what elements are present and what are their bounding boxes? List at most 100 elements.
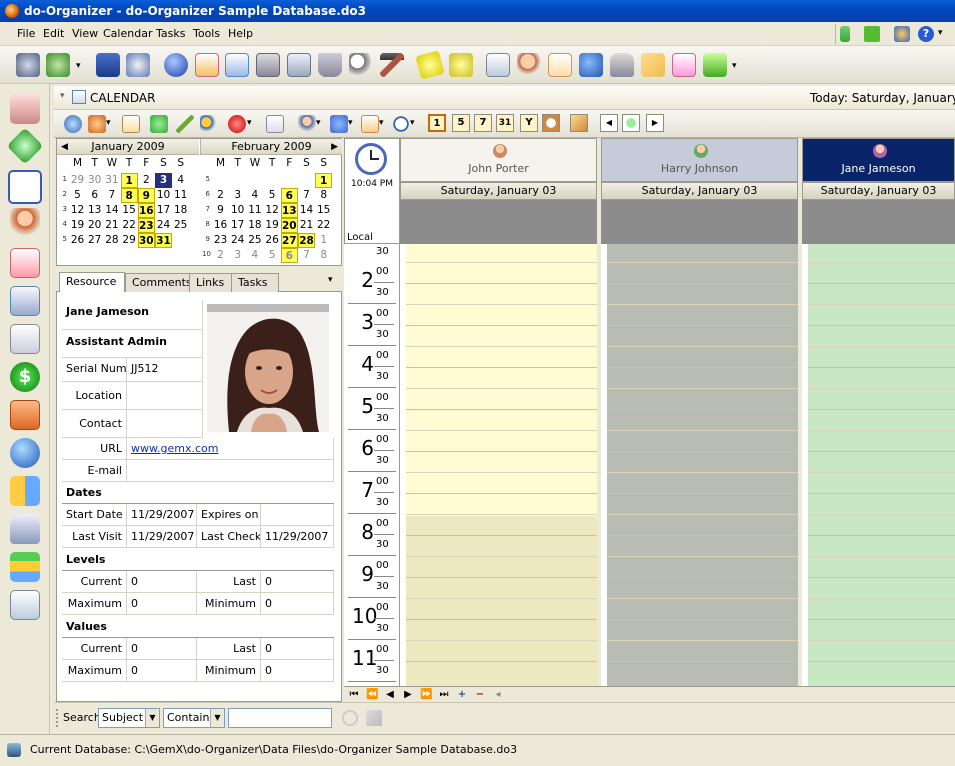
calendar-day[interactable]: 8	[120, 188, 138, 203]
new-appointment-icon[interactable]	[64, 115, 82, 133]
values-maximum-value[interactable]: 0	[127, 660, 197, 682]
calendar-day[interactable]: 15	[315, 203, 332, 218]
status-light-icon[interactable]	[840, 26, 850, 42]
calendar-day[interactable]: 1	[315, 233, 332, 248]
calendar-day[interactable]: 4	[246, 188, 263, 203]
tab-links[interactable]: Links	[189, 273, 235, 292]
refresh-icon[interactable]	[46, 53, 70, 77]
database-icon[interactable]	[16, 53, 40, 77]
calendar-day[interactable]: 7	[298, 188, 315, 203]
calendar-day[interactable]: 14	[298, 203, 315, 218]
connect-icon[interactable]	[894, 26, 910, 42]
chevron-down-icon[interactable]: ▼	[145, 709, 159, 727]
calendar-day[interactable]: 22	[121, 218, 138, 233]
menu-calendar[interactable]: Calendar	[103, 27, 152, 40]
settings-icon[interactable]	[126, 53, 150, 77]
resource-select-icon[interactable]	[298, 115, 316, 133]
calendar-day[interactable]: 2	[212, 248, 229, 263]
calendar-day[interactable]: 11	[172, 188, 189, 203]
calendar-day[interactable]: 30	[137, 233, 155, 248]
time-slots[interactable]	[601, 244, 798, 686]
previous-month-icon[interactable]: ◀	[61, 139, 68, 155]
add-lock-icon[interactable]	[610, 53, 634, 77]
chevron-down-icon[interactable]: ▾	[328, 275, 333, 285]
values-current-value[interactable]: 0	[127, 638, 197, 660]
add-task-icon[interactable]	[548, 53, 572, 77]
scroll-left-icon[interactable]: ◂	[492, 689, 504, 700]
search-operator-select[interactable]: Contains ▼	[163, 708, 225, 728]
calendar-day[interactable]: 9	[212, 203, 229, 218]
calendar-day[interactable]: 26	[69, 233, 86, 248]
chevron-down-icon[interactable]: ▾	[76, 61, 81, 71]
keyboard-icon[interactable]	[256, 53, 280, 77]
search-field-select[interactable]: Subject ▼	[98, 708, 160, 728]
chevron-down-icon[interactable]: ▼	[210, 709, 224, 727]
edit-icon[interactable]	[176, 115, 194, 133]
calendar-day[interactable]: 27	[86, 233, 103, 248]
calendar-day[interactable]: 10	[155, 188, 172, 203]
calendar-day[interactable]: 24	[229, 233, 246, 248]
chevron-down-icon[interactable]: ▾	[732, 61, 737, 71]
money-icon[interactable]: $	[10, 362, 40, 392]
previous-icon[interactable]: ◀	[600, 114, 618, 132]
calendar-day[interactable]: 26	[264, 233, 281, 248]
next-month-icon[interactable]: ▶	[331, 139, 338, 155]
highlight-icon[interactable]	[570, 114, 588, 132]
menu-help[interactable]: Help	[228, 27, 253, 40]
resources-nav-icon[interactable]	[10, 476, 40, 506]
calendar-day[interactable]: 3	[229, 248, 246, 263]
chevron-down-icon[interactable]: ▾	[60, 91, 65, 101]
time-slots[interactable]	[400, 244, 597, 686]
calendar-day[interactable]: 4	[246, 248, 263, 263]
help-icon[interactable]: ?	[918, 26, 934, 42]
sticky-note-icon[interactable]	[449, 53, 473, 77]
save-icon[interactable]	[96, 53, 120, 77]
view-month-button[interactable]: 31	[496, 114, 514, 132]
calendar-day[interactable]: 23	[137, 218, 155, 233]
calendar-day[interactable]: 16	[137, 203, 155, 218]
calendar-day[interactable]: 2	[138, 173, 155, 188]
calendar-day[interactable]: 16	[212, 218, 229, 233]
calendar-day[interactable]: 17	[155, 203, 172, 218]
levels-current-value[interactable]: 0	[127, 571, 197, 593]
clock-icon[interactable]	[392, 115, 410, 133]
chevron-down-icon[interactable]: ▾	[379, 118, 384, 128]
calendar-day[interactable]: 20	[86, 218, 103, 233]
lock-nav-icon[interactable]	[10, 514, 40, 544]
view-year-button[interactable]: Y	[520, 114, 538, 132]
url-link[interactable]: www.gemx.com	[131, 442, 218, 455]
calendar-day[interactable]: 24	[155, 218, 172, 233]
calendar-day[interactable]: 29	[69, 173, 86, 188]
start-date-value[interactable]: 11/29/2007	[127, 504, 197, 526]
serial-value[interactable]: JJ512	[127, 358, 203, 382]
calendar-day[interactable]: 1	[315, 173, 333, 188]
resource-header[interactable]: Jane Jameson	[802, 138, 955, 182]
menu-view[interactable]: View	[72, 27, 98, 40]
link-chain-icon[interactable]	[200, 115, 218, 133]
view-grid-icon[interactable]	[361, 115, 379, 133]
calendar-day[interactable]: 10	[229, 203, 246, 218]
search-icon[interactable]	[349, 53, 373, 77]
tab-tasks[interactable]: Tasks	[231, 273, 279, 292]
view-timeline-icon[interactable]	[542, 114, 560, 132]
calendar-day[interactable]: 25	[172, 218, 189, 233]
values-minimum-value[interactable]: 0	[261, 660, 334, 682]
chevron-down-icon[interactable]: ▾	[316, 118, 321, 128]
mail-icon[interactable]	[641, 53, 665, 77]
calendar-day[interactable]: 8	[315, 188, 332, 203]
calendar-nav-icon[interactable]	[8, 170, 42, 204]
print-icon[interactable]	[266, 115, 284, 133]
calendar-day[interactable]: 22	[315, 218, 332, 233]
url-value[interactable]: www.gemx.com	[127, 438, 334, 460]
calendar-day[interactable]: 5	[264, 188, 281, 203]
calendar-day[interactable]: 9	[137, 188, 155, 203]
menu-tools[interactable]: Tools	[193, 27, 220, 40]
menu-file[interactable]: File	[17, 27, 35, 40]
time-slots[interactable]	[802, 244, 955, 686]
table-icon[interactable]	[225, 53, 249, 77]
chevron-down-icon[interactable]: ▾	[410, 118, 415, 128]
calendar-day[interactable]: 31	[103, 173, 120, 188]
contact-value[interactable]	[127, 410, 203, 438]
calendar-day[interactable]: 31	[155, 233, 172, 248]
calendar-day[interactable]: 6	[280, 248, 298, 263]
